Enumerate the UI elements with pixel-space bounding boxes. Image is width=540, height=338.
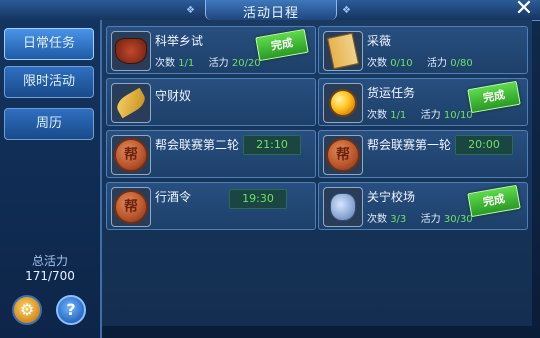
seal-icon [115, 38, 147, 64]
start-time: 21:10 [243, 135, 301, 155]
activity-icon: 帮 [111, 187, 151, 227]
vitality-label: 活力 [208, 58, 229, 69]
vitality-value: 0/80 [450, 58, 473, 69]
count-value: 0/10 [390, 58, 413, 69]
start-time: 19:30 [229, 189, 287, 209]
activity-grid: 科举乡试 次数 1/1 活力 20/20 完成 采薇 次数 0/10 活力 0/… [102, 20, 532, 326]
activity-icon [323, 187, 363, 227]
vitality-value: 30/30 [443, 214, 473, 225]
bag-icon [330, 193, 356, 221]
coin-icon: 帮 [114, 190, 148, 224]
count-label: 次数 [367, 214, 387, 225]
orb-icon [329, 89, 357, 117]
start-time: 20:00 [455, 135, 513, 155]
book-icon [326, 32, 360, 70]
question-icon: ? [66, 300, 76, 319]
help-button[interactable]: ? [56, 295, 86, 325]
ornament-icon: ❖ [342, 5, 351, 16]
count-value: 1/1 [178, 58, 195, 69]
count-label: 次数 [155, 58, 175, 69]
settings-button[interactable]: ⚙ [12, 295, 42, 325]
activity-name: 守财奴 [155, 89, 192, 103]
activity-card-xingjiuling[interactable]: 帮 行酒令 19:30 [106, 182, 316, 230]
activity-name: 行酒令 [155, 190, 192, 204]
activity-card-guild-league-round2[interactable]: 帮 帮会联赛第二轮 21:10 [106, 130, 316, 178]
activity-schedule-window: ❖ 活动日程 ❖ ✕ 日常任务 限时活动 周历 总活力 171/700 ⚙ ? … [0, 0, 540, 338]
window-title: 活动日程 [242, 6, 299, 21]
sidebar: 日常任务 限时活动 周历 总活力 171/700 ⚙ ? [0, 20, 102, 338]
activity-name: 关宁校场 [367, 190, 416, 204]
count-value: 3/3 [390, 214, 407, 225]
activity-icon [111, 31, 151, 71]
activity-card-guanning-arena[interactable]: 关宁校场 次数 3/3 活力 30/30 完成 [318, 182, 528, 230]
vitality-label: 活力 [427, 58, 448, 69]
activity-card-guild-league-round1[interactable]: 帮 帮会联赛第一轮 20:00 [318, 130, 528, 178]
tab-weekly-calendar[interactable]: 周历 [4, 108, 94, 140]
count-label: 次数 [367, 110, 387, 121]
title-plate: 活动日程 [205, 0, 337, 21]
done-badge: 完成 [467, 80, 521, 114]
vitality-value: 10/10 [443, 110, 473, 121]
vitality-label: 活力 [420, 110, 441, 121]
activity-stats: 次数 3/3 活力 30/30 [367, 210, 473, 225]
done-badge: 完成 [467, 184, 521, 218]
vitality-label: 活力 [420, 214, 441, 225]
done-badge: 完成 [255, 28, 309, 62]
activity-card-huoyun[interactable]: 货运任务 次数 1/1 活力 10/10 完成 [318, 78, 528, 126]
ornament-icon: ❖ [186, 5, 195, 16]
activity-name: 帮会联赛第二轮 [155, 138, 240, 152]
activity-stats: 次数 1/1 活力 20/20 [155, 54, 261, 69]
activity-icon: 帮 [323, 135, 363, 175]
count-label: 次数 [367, 58, 387, 69]
activity-stats: 次数 1/1 活力 10/10 [367, 106, 473, 121]
vitality-value: 20/20 [231, 58, 261, 69]
title-bar: ❖ 活动日程 ❖ ✕ [0, 0, 540, 21]
activity-name: 帮会联赛第一轮 [367, 138, 452, 152]
tab-limited-events[interactable]: 限时活动 [4, 66, 94, 98]
activity-icon: 帮 [111, 135, 151, 175]
activity-card-keju[interactable]: 科举乡试 次数 1/1 活力 20/20 完成 [106, 26, 316, 74]
leaf-icon [113, 87, 149, 119]
count-value: 1/1 [390, 110, 407, 121]
activity-name: 采薇 [367, 34, 392, 48]
total-vitality-value: 171/700 [25, 269, 75, 283]
total-vitality-label: 总活力 [31, 254, 68, 268]
activity-name: 科举乡试 [155, 34, 204, 48]
activity-card-shoucainu[interactable]: 守财奴 [106, 78, 316, 126]
activity-card-caiwei[interactable]: 采薇 次数 0/10 活力 0/80 [318, 26, 528, 74]
activity-icon [111, 83, 151, 123]
tab-daily-tasks[interactable]: 日常任务 [4, 28, 94, 60]
coin-icon: 帮 [114, 138, 148, 172]
coin-icon: 帮 [326, 138, 360, 172]
gear-icon: ⚙ [19, 300, 35, 319]
activity-icon [323, 83, 363, 123]
activity-name: 货运任务 [367, 86, 416, 100]
activity-stats: 次数 0/10 活力 0/80 [367, 54, 473, 69]
activity-icon [323, 31, 363, 71]
close-button[interactable]: ✕ [512, 0, 536, 20]
